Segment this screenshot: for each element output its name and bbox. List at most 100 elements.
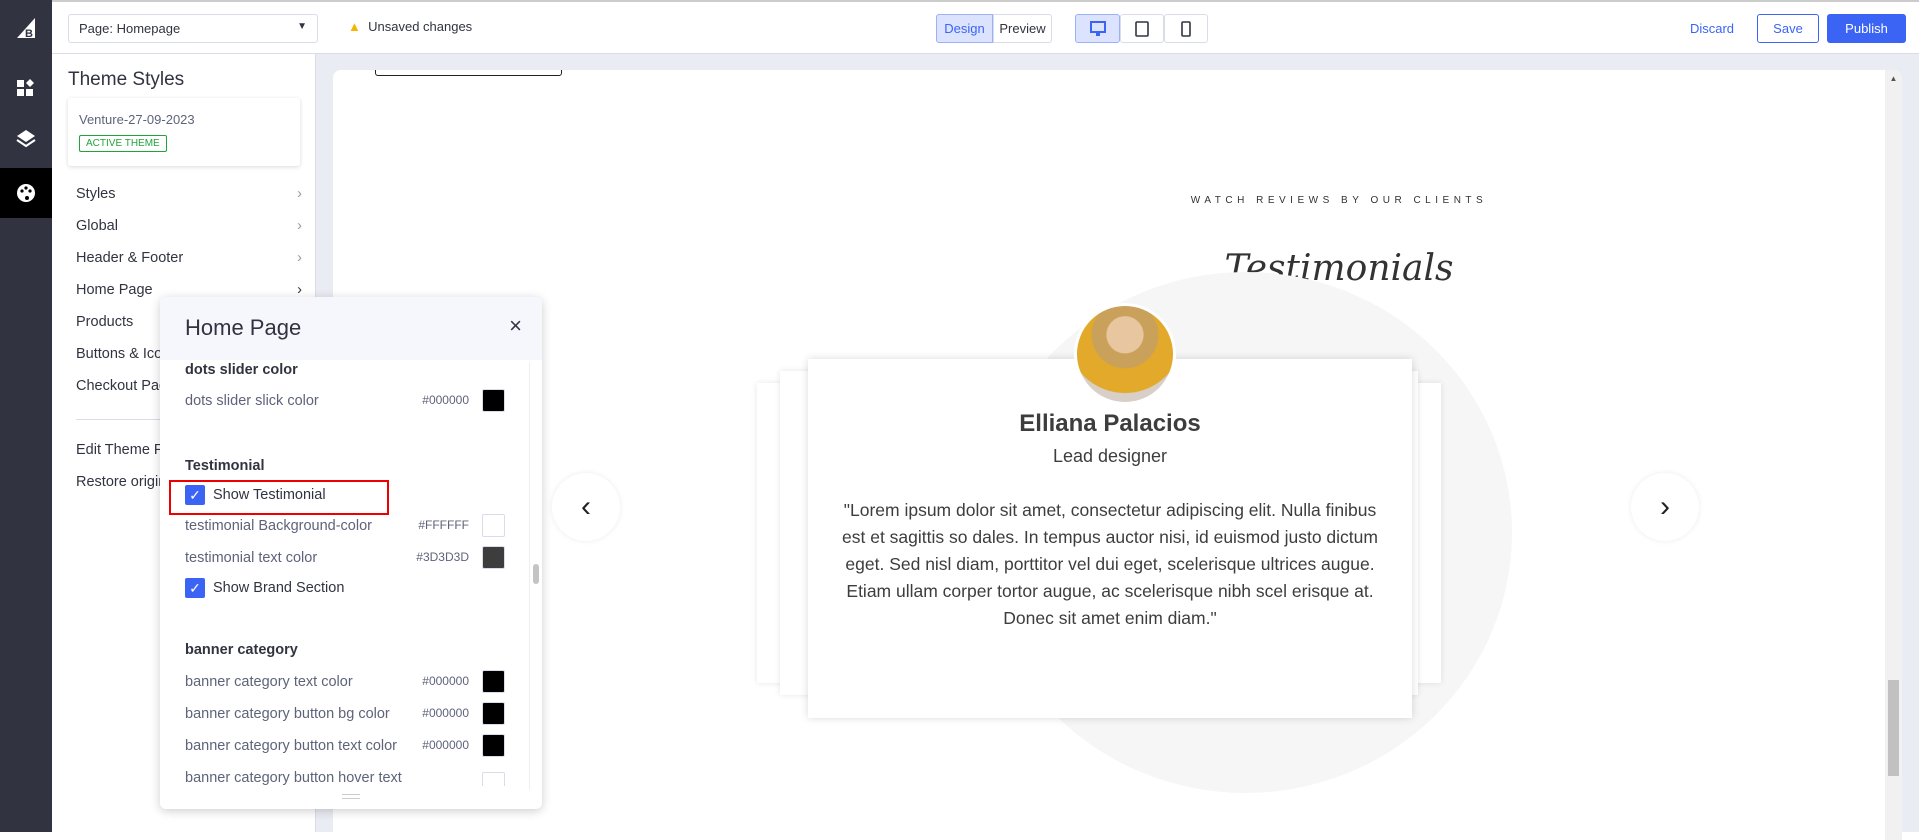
hex-value: #000000 <box>422 393 469 407</box>
preview-button-edge <box>375 70 562 76</box>
scroll-up-icon[interactable]: ▲ <box>1885 74 1902 83</box>
sidebar-title: Theme Styles <box>68 69 185 90</box>
sidebar-item-label: Header & Footer <box>76 250 184 266</box>
row-label: banner category button bg color <box>185 706 390 722</box>
reviewer-name: Elliana Palacios <box>1019 410 1201 437</box>
checkbox-label: Show Testimonial <box>213 486 326 503</box>
bigcommerce-logo-icon[interactable]: B <box>0 3 52 53</box>
panel-title: Home Page <box>185 315 302 340</box>
testimonial-bg-color-row: testimonial Background-color #FFFFFF <box>185 514 505 537</box>
chevron-right-icon: › <box>1660 490 1670 523</box>
home-page-settings-panel: Home Page × dots slider color dots slide… <box>160 297 542 809</box>
hex-value: #000000 <box>422 706 469 720</box>
row-label: testimonial text color <box>185 550 318 566</box>
theme-styles-palette-icon[interactable] <box>0 168 52 218</box>
show-testimonial-checkbox[interactable]: ✓ Show Testimonial <box>185 485 505 505</box>
hex-value: #000000 <box>422 738 469 752</box>
banner-row: banner category button text color #000000 <box>185 734 505 757</box>
color-swatch[interactable] <box>482 702 505 725</box>
row-label: testimonial Background-color <box>185 518 372 534</box>
sidebar-item-home-page[interactable]: Home Page › <box>76 282 302 298</box>
testimonial-card: Elliana Palacios Lead designer "Lorem ip… <box>808 359 1412 718</box>
color-swatch[interactable] <box>482 546 505 569</box>
testimonial-quote: "Lorem ipsum dolor sit amet, consectetur… <box>842 500 1378 628</box>
sidebar-item-label: Styles <box>76 186 116 202</box>
hex-value: #FFFFFF <box>418 518 469 532</box>
left-rail: B <box>0 0 52 832</box>
sidebar-item-label: Products <box>76 314 134 330</box>
slider-prev-button[interactable]: ‹ <box>552 473 620 541</box>
layers-icon[interactable] <box>0 114 52 164</box>
chevron-right-icon: › <box>297 282 302 298</box>
banner-row: banner category button hover text <box>185 770 505 786</box>
active-theme-badge: ACTIVE THEME <box>79 135 167 152</box>
widgets-icon[interactable] <box>0 63 52 113</box>
desktop-icon <box>1089 20 1106 36</box>
sidebar-item-label: Home Page <box>76 282 153 298</box>
chevron-left-icon: ‹ <box>581 490 591 523</box>
color-swatch[interactable] <box>482 772 505 786</box>
dots-slider-color-row: dots slider slick color #000000 <box>185 389 505 412</box>
mobile-icon <box>1181 20 1191 37</box>
row-label: dots slider slick color <box>185 393 319 409</box>
resize-handle-icon[interactable] <box>342 794 360 799</box>
show-brand-checkbox[interactable]: ✓ Show Brand Section <box>185 578 505 598</box>
testimonial-text-color-row: testimonial text color #3D3D3D <box>185 546 505 569</box>
hex-value: #3D3D3D <box>416 550 469 564</box>
publish-button[interactable]: Publish <box>1827 14 1906 43</box>
close-icon[interactable]: × <box>509 313 522 339</box>
panel-header: Home Page × <box>160 297 542 360</box>
dots-heading: dots slider color <box>185 362 298 378</box>
reviewer-avatar <box>1074 303 1176 405</box>
sidebar-item-styles[interactable]: Styles › <box>76 186 302 202</box>
checkbox-checked-icon: ✓ <box>185 485 205 505</box>
row-label: banner category button text color <box>185 738 397 754</box>
top-bar: Page: Homepage ▼ ▲ Unsaved changes Design… <box>52 0 1919 54</box>
row-label: banner category text color <box>185 674 353 690</box>
title-wrap: Testimonials <box>1039 180 1639 289</box>
banner-heading: banner category <box>185 642 298 658</box>
warning-icon: ▲ <box>348 19 361 34</box>
color-swatch[interactable] <box>482 514 505 537</box>
unsaved-text: Unsaved changes <box>368 19 473 34</box>
section-title: Testimonials <box>1224 248 1454 289</box>
preview-scrollbar[interactable]: ▲ <box>1885 70 1902 840</box>
slider-next-button[interactable]: › <box>1631 473 1699 541</box>
banner-row: banner category button bg color #000000 <box>185 702 505 725</box>
caret-down-icon: ▼ <box>297 21 307 32</box>
unsaved-indicator: ▲ Unsaved changes <box>348 19 472 34</box>
page-select[interactable]: Page: Homepage ▼ <box>68 14 318 43</box>
preview-canvas: WATCH REVIEWS BY OUR CLIENTS Testimonial… <box>316 54 1919 840</box>
chevron-right-icon: › <box>297 250 302 266</box>
color-swatch[interactable] <box>482 389 505 412</box>
design-tab[interactable]: Design <box>936 14 993 43</box>
chevron-right-icon: › <box>297 186 302 202</box>
row-label: banner category button hover text <box>185 770 402 786</box>
hex-value: #000000 <box>422 674 469 688</box>
storefront-preview: WATCH REVIEWS BY OUR CLIENTS Testimonial… <box>333 70 1902 840</box>
tablet-icon <box>1135 20 1149 37</box>
discard-button[interactable]: Discard <box>1682 14 1742 43</box>
testimonial-heading: Testimonial <box>185 458 265 474</box>
preview-tab[interactable]: Preview <box>993 14 1052 43</box>
theme-name: Venture-27-09-2023 <box>79 112 195 127</box>
save-button[interactable]: Save <box>1757 14 1819 43</box>
scrollbar-thumb[interactable] <box>533 564 539 584</box>
reviewer-role: Lead designer <box>1052 446 1168 466</box>
tablet-view-button[interactable] <box>1120 14 1164 43</box>
color-swatch[interactable] <box>482 734 505 757</box>
chevron-right-icon: › <box>297 218 302 234</box>
checkbox-checked-icon: ✓ <box>185 578 205 598</box>
page-select-value: Page: Homepage <box>79 21 181 36</box>
desktop-view-button[interactable] <box>1075 14 1120 43</box>
sidebar-item-header-footer[interactable]: Header & Footer › <box>76 250 302 266</box>
svg-text:B: B <box>25 28 33 40</box>
sidebar-item-global[interactable]: Global › <box>76 218 302 234</box>
sidebar-item-label: Global <box>76 218 118 234</box>
banner-row: banner category text color #000000 <box>185 670 505 693</box>
scrollbar-thumb[interactable] <box>1888 680 1899 776</box>
color-swatch[interactable] <box>482 670 505 693</box>
panel-scrollbar[interactable] <box>529 362 542 790</box>
active-theme-card: Venture-27-09-2023 ACTIVE THEME <box>68 98 300 166</box>
mobile-view-button[interactable] <box>1164 14 1208 43</box>
